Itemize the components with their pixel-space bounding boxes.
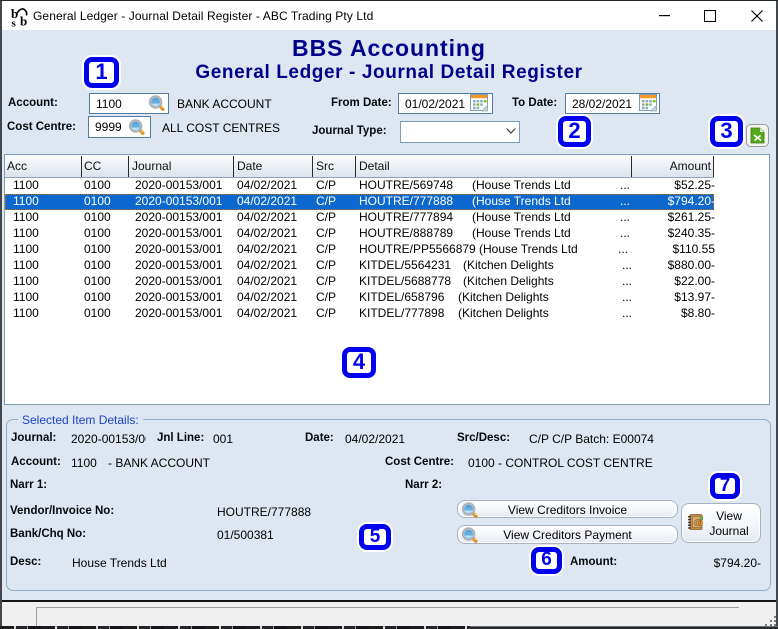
svg-text:s: s [12, 18, 17, 28]
svg-text:@: @ [694, 518, 702, 527]
svg-text:b: b [20, 14, 27, 28]
